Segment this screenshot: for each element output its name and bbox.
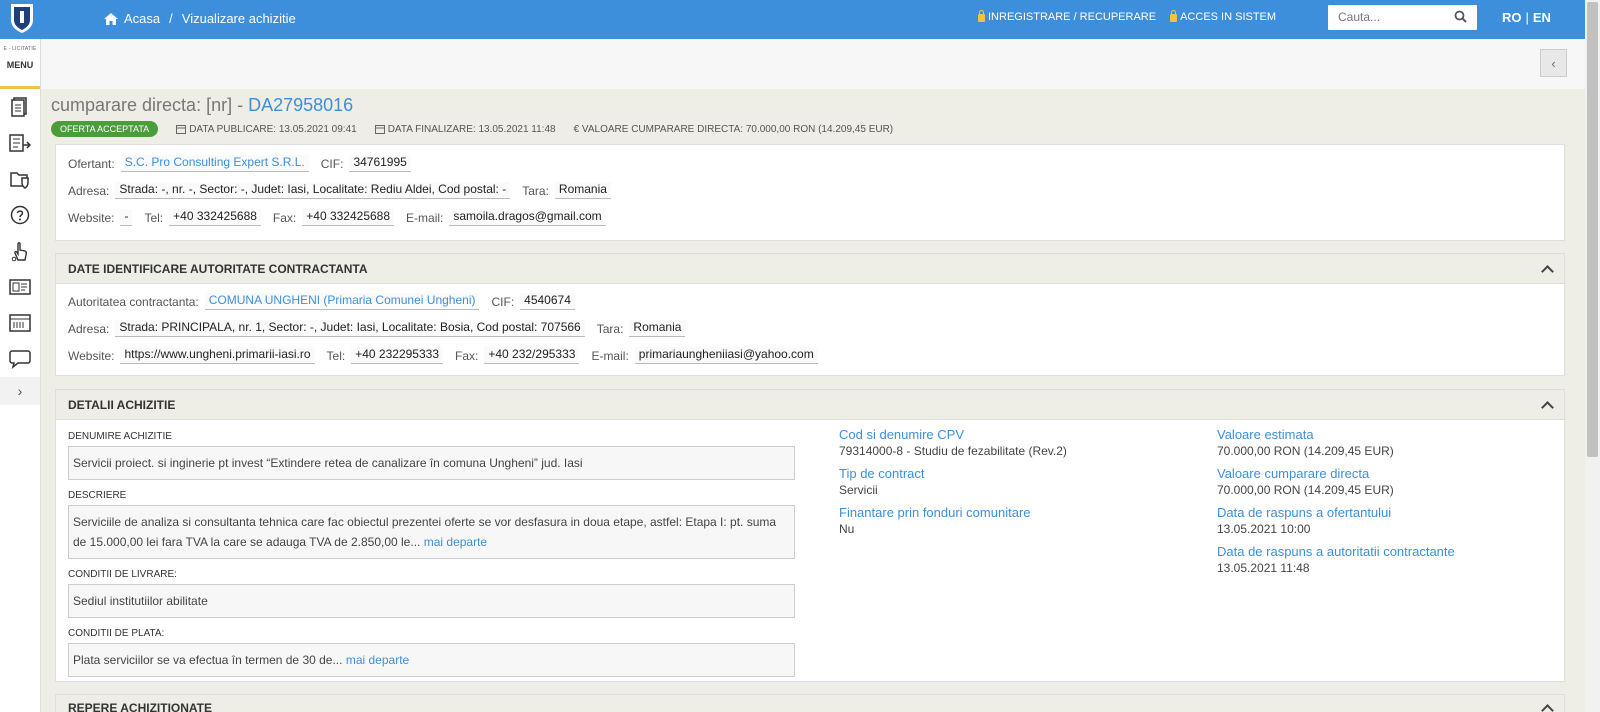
direct-purchase-value: € VALOARE CUMPARARE DIRECTA: 70.000,00 R… xyxy=(573,123,894,135)
menu-label: MENU xyxy=(6,60,34,70)
status-badge: OFERTA ACCEPTATA xyxy=(51,121,159,137)
logo-icon[interactable] xyxy=(8,2,36,34)
authority-fax: +40 232/295333 xyxy=(484,347,580,364)
description-field: Serviciile de analiza si consultanta teh… xyxy=(68,505,795,559)
bidder-address: Strada: -, nr. -, Sector: -, Judet: Iasi… xyxy=(115,182,511,199)
collapse-panel-button[interactable]: ‹ xyxy=(1540,49,1567,77)
menu-item-catalog[interactable] xyxy=(0,305,40,341)
menu-item-chat[interactable] xyxy=(0,341,40,377)
help-icon xyxy=(10,205,30,225)
bidder-panel: Ofertant: S.C. Pro Consulting Expert S.R… xyxy=(55,144,1565,241)
bidder-cif: 34761995 xyxy=(349,155,411,172)
authority-panel-header[interactable]: DATE IDENTIFICARE AUTORITATE CONTRACTANT… xyxy=(56,254,1564,284)
authority-phone: +40 232295333 xyxy=(351,347,443,364)
touch-icon xyxy=(11,242,27,262)
publish-date: DATA PUBLICARE: 13.05.2021 09:41 xyxy=(176,124,357,135)
delivery-conditions-field: Sediul institutiilor abilitate xyxy=(68,584,795,618)
calendar-icon xyxy=(176,125,187,134)
authority-country: Romania xyxy=(629,320,686,337)
lock-icon xyxy=(1170,10,1178,22)
breadcrumb: Acasa / Vizualizare achizitie xyxy=(104,11,296,26)
authority-email: primariaungheniiasi@yahoo.com xyxy=(634,347,818,364)
menu-item-export[interactable] xyxy=(0,125,40,161)
menu-expand-button[interactable]: › xyxy=(0,377,40,405)
breadcrumb-current: Vizualizare achizitie xyxy=(181,11,296,26)
language-switcher: RO | EN xyxy=(1502,10,1551,25)
bidder-country: Romania xyxy=(554,182,611,199)
chat-icon xyxy=(9,350,31,369)
read-more-link[interactable]: mai departe xyxy=(346,653,409,667)
eu-funds-value: Nu xyxy=(839,522,855,536)
search-box xyxy=(1328,5,1477,30)
top-bar: Acasa / Vizualizare achizitie INREGISTRA… xyxy=(0,0,1585,39)
menu-brand: E - LICITATIE xyxy=(3,46,37,52)
menu-item-id-card[interactable] xyxy=(0,269,40,305)
bidder-website: - xyxy=(120,209,133,226)
lock-icon xyxy=(978,10,985,22)
bidder-phone: +40 332425688 xyxy=(169,209,261,226)
toolbar-area xyxy=(41,39,1585,89)
side-menu: E - LICITATIE MENU › xyxy=(0,39,41,712)
lang-en[interactable]: EN xyxy=(1533,10,1551,25)
menu-item-documents[interactable] xyxy=(0,89,40,125)
details-left-column: DENUMIRE ACHIZITIE Servicii proiect. si … xyxy=(68,431,795,687)
menu-item-touch[interactable] xyxy=(0,233,40,269)
scrollbar-thumb[interactable] xyxy=(1587,2,1598,457)
authority-response-date: 13.05.2021 11:48 xyxy=(1217,561,1310,575)
cpv-value: 79314000-8 - Studiu de fezabilitate (Rev… xyxy=(839,444,1067,458)
chevron-up-icon[interactable] xyxy=(1541,264,1554,278)
final-date: DATA FINALIZARE: 13.05.2021 11:48 xyxy=(374,124,556,135)
authority-panel: DATE IDENTIFICARE AUTORITATE CONTRACTANT… xyxy=(55,253,1565,376)
chevron-left-icon: ‹ xyxy=(1551,55,1556,71)
account-links: INREGISTRARE / RECUPERARE ACCES IN SISTE… xyxy=(978,10,1276,23)
estimated-value: 70.000,00 RON (14.209,45 EUR) xyxy=(1217,444,1394,458)
contract-type-value: Servicii xyxy=(839,483,878,497)
page-title: cumparare directa: [nr] - DA27958016 xyxy=(51,95,354,115)
read-more-link[interactable]: mai departe xyxy=(424,535,487,549)
menu-item-help[interactable] xyxy=(0,197,40,233)
procurement-name-field: Servicii proiect. si inginerie pt invest… xyxy=(68,446,795,480)
document-icon xyxy=(11,97,27,117)
lang-ro[interactable]: RO xyxy=(1502,10,1522,25)
authority-website[interactable]: https://www.ungheni.primarii-iasi.ro xyxy=(120,347,315,364)
payment-conditions-field: Plata serviciilor se va efectua în terme… xyxy=(68,643,795,677)
bidder-email: samoila.dragos@gmail.com xyxy=(449,209,606,226)
procurement-details-panel: DETALII ACHIZITIE DENUMIRE ACHIZITIE Ser… xyxy=(55,389,1565,682)
id-card-icon xyxy=(9,279,31,295)
direct-purchase-amount: 70.000,00 RON (14.209,45 EUR) xyxy=(1217,483,1394,497)
search-input[interactable] xyxy=(1328,5,1448,28)
purchased-items-panel: REPERE ACHIZITIONATE xyxy=(55,694,1565,712)
bidder-name-link[interactable]: S.C. Pro Consulting Expert S.R.L. xyxy=(120,155,309,172)
items-panel-header[interactable]: REPERE ACHIZITIONATE xyxy=(56,695,1564,712)
folder-shield-icon xyxy=(10,172,29,189)
chevron-up-icon[interactable] xyxy=(1541,704,1554,712)
home-icon[interactable] xyxy=(104,12,118,25)
lang-separator: | xyxy=(1525,10,1529,25)
chevron-up-icon[interactable] xyxy=(1541,400,1554,414)
menu-item-folder[interactable] xyxy=(0,161,40,197)
authority-address: Strada: PRINCIPALA, nr. 1, Sector: -, Ju… xyxy=(115,320,585,337)
authority-cif: 4540674 xyxy=(520,293,575,310)
procurement-header: cumparare directa: [nr] - DA27958016 OFE… xyxy=(41,89,1585,144)
breadcrumb-separator: / xyxy=(169,11,173,26)
details-middle-column: Cod si denumire CPV 79314000-8 - Studiu d… xyxy=(839,427,1179,544)
authority-name-link[interactable]: COMUNA UNGHENI (Primaria Comunei Ungheni… xyxy=(204,293,480,310)
login-link[interactable]: ACCES IN SISTEM xyxy=(1170,10,1276,23)
bidder-fax: +40 332425688 xyxy=(302,209,395,226)
procurement-code: DA27958016 xyxy=(248,95,354,115)
breadcrumb-home[interactable]: Acasa xyxy=(124,11,160,26)
details-panel-header[interactable]: DETALII ACHIZITIE xyxy=(56,390,1564,420)
bidder-response-date: 13.05.2021 10:00 xyxy=(1217,522,1311,536)
calendar-icon xyxy=(374,125,385,134)
register-link[interactable]: INREGISTRARE / RECUPERARE xyxy=(978,10,1156,23)
page-scrollbar[interactable] xyxy=(1585,0,1600,712)
menu-header[interactable]: E - LICITATIE MENU xyxy=(0,39,40,89)
details-right-column: Valoare estimata 70.000,00 RON (14.209,45… xyxy=(1217,427,1557,583)
export-icon xyxy=(9,134,31,152)
procurement-meta: OFERTA ACCEPTATA DATA PUBLICARE: 13.05.2… xyxy=(51,121,893,137)
catalog-icon xyxy=(9,314,31,332)
search-icon[interactable] xyxy=(1454,10,1467,23)
